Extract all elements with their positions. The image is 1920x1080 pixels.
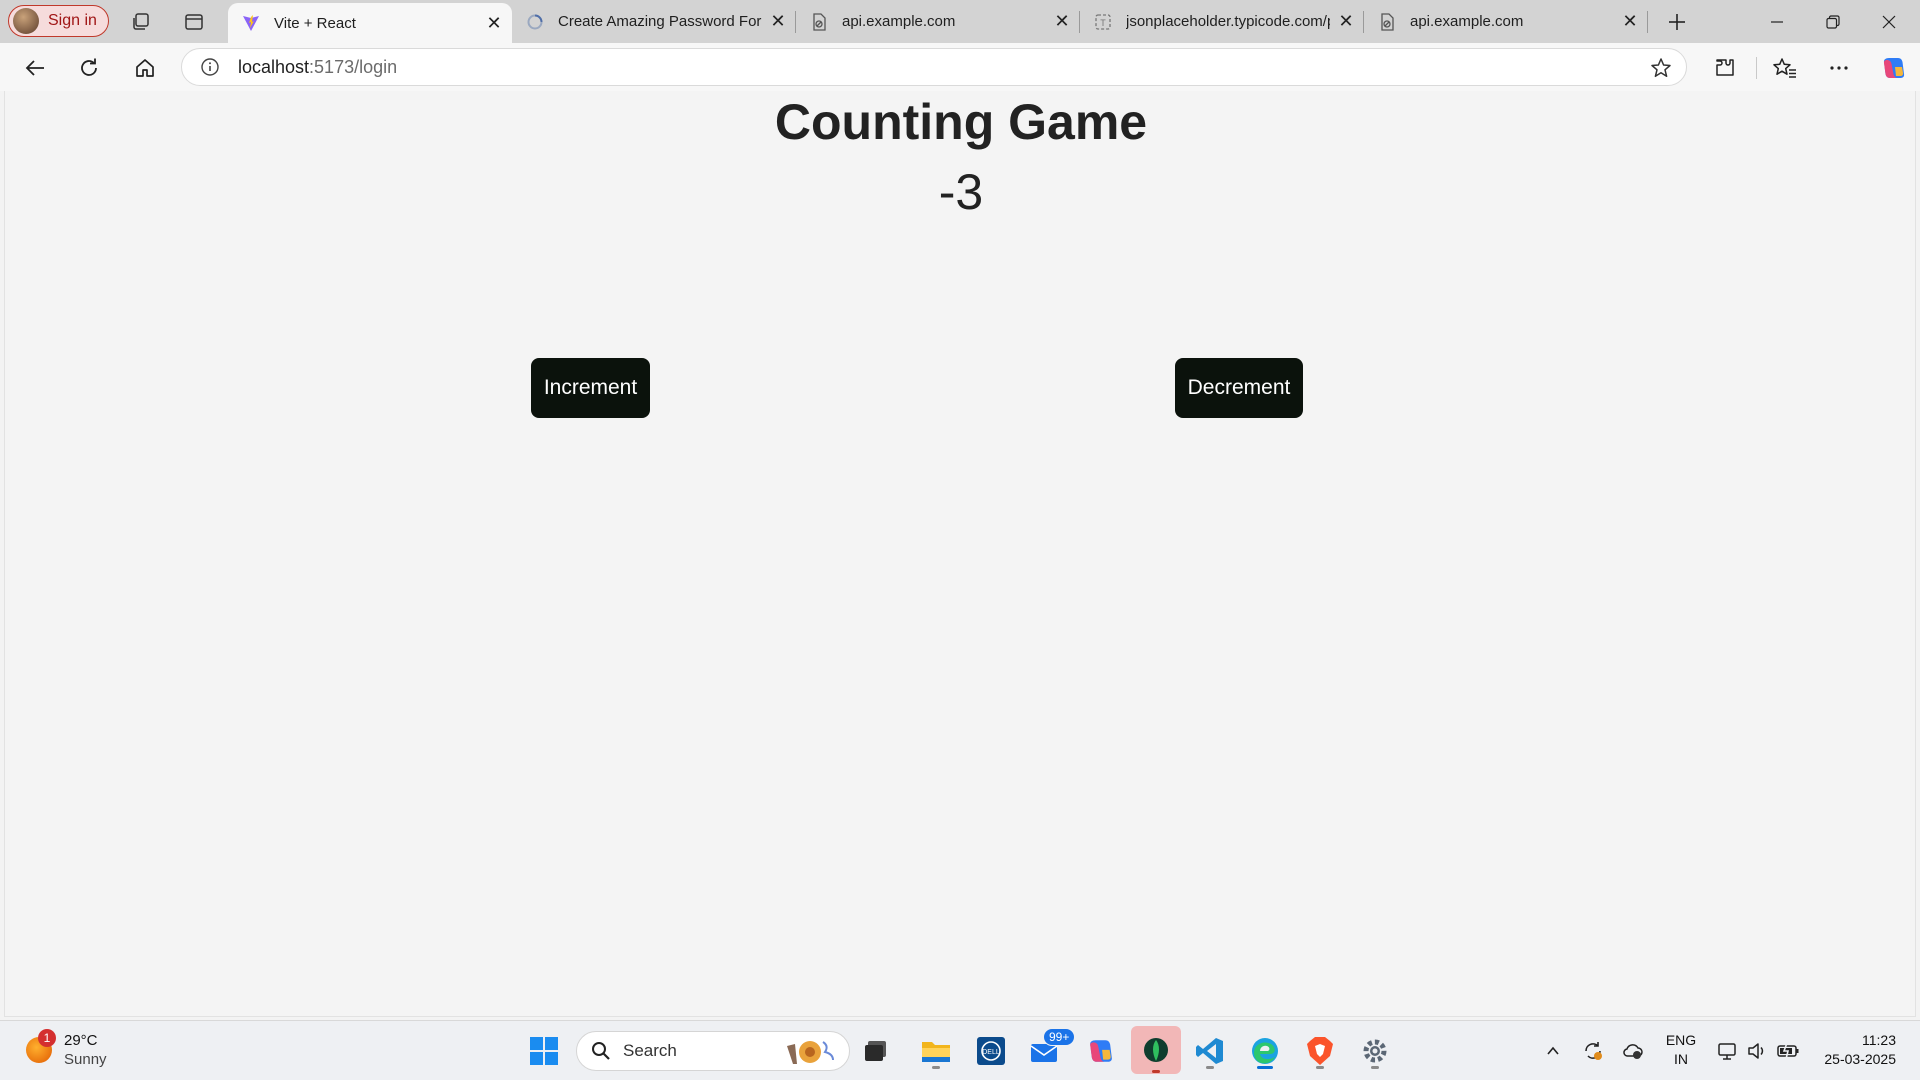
svg-text:T: T <box>1100 18 1106 28</box>
sun-icon: 1 <box>26 1029 56 1063</box>
tab-strip: Sign in Vite + React ✕ Create Amazing Pa… <box>0 0 1920 43</box>
weather-temperature: 29°C <box>64 1032 98 1049</box>
task-view-icon[interactable] <box>857 1032 895 1070</box>
signin-button[interactable]: Sign in <box>8 5 109 37</box>
favorite-star-icon[interactable] <box>1650 57 1672 84</box>
extensions-icon[interactable] <box>1710 53 1740 83</box>
copilot-app-icon[interactable] <box>1082 1032 1120 1070</box>
url-host: localhost <box>238 56 310 77</box>
tab-title: jsonplaceholder.typicode.com/p <box>1126 13 1330 30</box>
address-bar[interactable]: localhost:5173/login <box>181 48 1687 86</box>
minimize-icon[interactable] <box>1749 0 1805 43</box>
mail-icon[interactable]: 99+ <box>1027 1028 1076 1070</box>
url-text[interactable]: localhost:5173/login <box>238 57 397 78</box>
back-icon[interactable] <box>20 53 50 83</box>
taskbar: 1 29°C Sunny Search DELL 99+ ENG IN 11:2… <box>0 1020 1920 1080</box>
site-info-icon[interactable] <box>200 57 220 77</box>
more-options-icon[interactable] <box>1824 53 1854 83</box>
blocked-page-icon <box>810 12 828 31</box>
network-icon[interactable] <box>1715 1021 1739 1080</box>
notification-badge: 1 <box>38 1029 56 1047</box>
language-code: ENG <box>1665 1032 1697 1048</box>
mail-badge: 99+ <box>1043 1028 1076 1046</box>
tab-title: Create Amazing Password Form <box>558 13 762 30</box>
tab-api-example-1[interactable]: api.example.com ✕ <box>796 0 1080 43</box>
close-tab-icon[interactable]: ✕ <box>1618 10 1642 34</box>
favorites-icon[interactable] <box>1770 53 1800 83</box>
workspaces-icon[interactable] <box>128 9 154 35</box>
vite-icon <box>242 14 260 32</box>
decrement-button[interactable]: Decrement <box>1175 358 1303 418</box>
vscode-icon[interactable] <box>1191 1032 1229 1070</box>
page-loading-icon <box>526 13 544 31</box>
blocked-page-icon <box>1378 12 1396 31</box>
vertical-tabs-icon[interactable] <box>181 9 207 35</box>
tab-title: api.example.com <box>1410 13 1524 30</box>
url-path: :5173/login <box>309 56 398 77</box>
weather-condition: Sunny <box>64 1051 107 1068</box>
page-icon: T <box>1094 13 1112 31</box>
avatar <box>13 8 39 34</box>
language-region: IN <box>1674 1051 1688 1067</box>
page-viewport: Counting Game -3 Increment Decrement <box>4 91 1916 1017</box>
close-tab-icon[interactable]: ✕ <box>482 11 506 35</box>
search-icon <box>591 1041 611 1061</box>
copilot-icon[interactable] <box>1879 53 1909 83</box>
tab-password-form[interactable]: Create Amazing Password Form ✕ <box>512 0 796 43</box>
taskbar-search[interactable]: Search <box>576 1031 850 1071</box>
language-indicator[interactable]: ENG IN <box>1663 1031 1699 1069</box>
mongodb-compass-icon[interactable] <box>1131 1026 1181 1074</box>
volume-icon[interactable] <box>1745 1021 1769 1080</box>
close-tab-icon[interactable]: ✕ <box>1334 10 1358 34</box>
increment-button[interactable]: Increment <box>531 358 650 418</box>
system-clock[interactable]: 11:23 25-03-2025 <box>1814 1031 1896 1069</box>
tab-api-example-2[interactable]: api.example.com ✕ <box>1364 0 1648 43</box>
weather-widget[interactable]: 1 29°C Sunny <box>26 1029 107 1069</box>
tab-title: Vite + React <box>274 14 356 32</box>
dell-icon[interactable]: DELL <box>972 1032 1010 1070</box>
close-window-icon[interactable] <box>1861 0 1917 43</box>
signin-label: Sign in <box>48 12 97 29</box>
battery-icon[interactable] <box>1775 1021 1801 1080</box>
brave-browser-icon[interactable] <box>1301 1032 1339 1070</box>
search-label: Search <box>623 1041 677 1060</box>
home-icon[interactable] <box>130 53 160 83</box>
settings-gear-icon[interactable] <box>1356 1032 1394 1070</box>
restore-icon[interactable] <box>1805 0 1861 43</box>
search-highlight-icon <box>783 1038 839 1066</box>
clock-date: 25-03-2025 <box>1824 1051 1896 1067</box>
tab-vite-react[interactable]: Vite + React ✕ <box>228 3 512 43</box>
page-title: Counting Game <box>774 94 1148 150</box>
svg-text:DELL: DELL <box>982 1049 1000 1056</box>
close-tab-icon[interactable]: ✕ <box>1050 10 1074 34</box>
tab-title: api.example.com <box>842 13 956 30</box>
address-bar-row: localhost:5173/login <box>0 43 1920 91</box>
sync-icon[interactable] <box>1580 1021 1606 1080</box>
close-tab-icon[interactable]: ✕ <box>766 10 790 34</box>
file-explorer-icon[interactable] <box>917 1032 955 1070</box>
clock-time: 11:23 <box>1862 1032 1896 1048</box>
new-tab-icon[interactable] <box>1663 8 1691 36</box>
cloud-status-icon[interactable] <box>1620 1021 1646 1080</box>
refresh-icon[interactable] <box>74 53 104 83</box>
counter-value: -3 <box>938 164 984 220</box>
edge-browser-icon[interactable] <box>1246 1032 1284 1070</box>
chevron-up-icon[interactable] <box>1541 1021 1565 1080</box>
tab-jsonplaceholder[interactable]: T jsonplaceholder.typicode.com/p ✕ <box>1080 0 1364 43</box>
windows-start-icon[interactable] <box>525 1032 563 1070</box>
